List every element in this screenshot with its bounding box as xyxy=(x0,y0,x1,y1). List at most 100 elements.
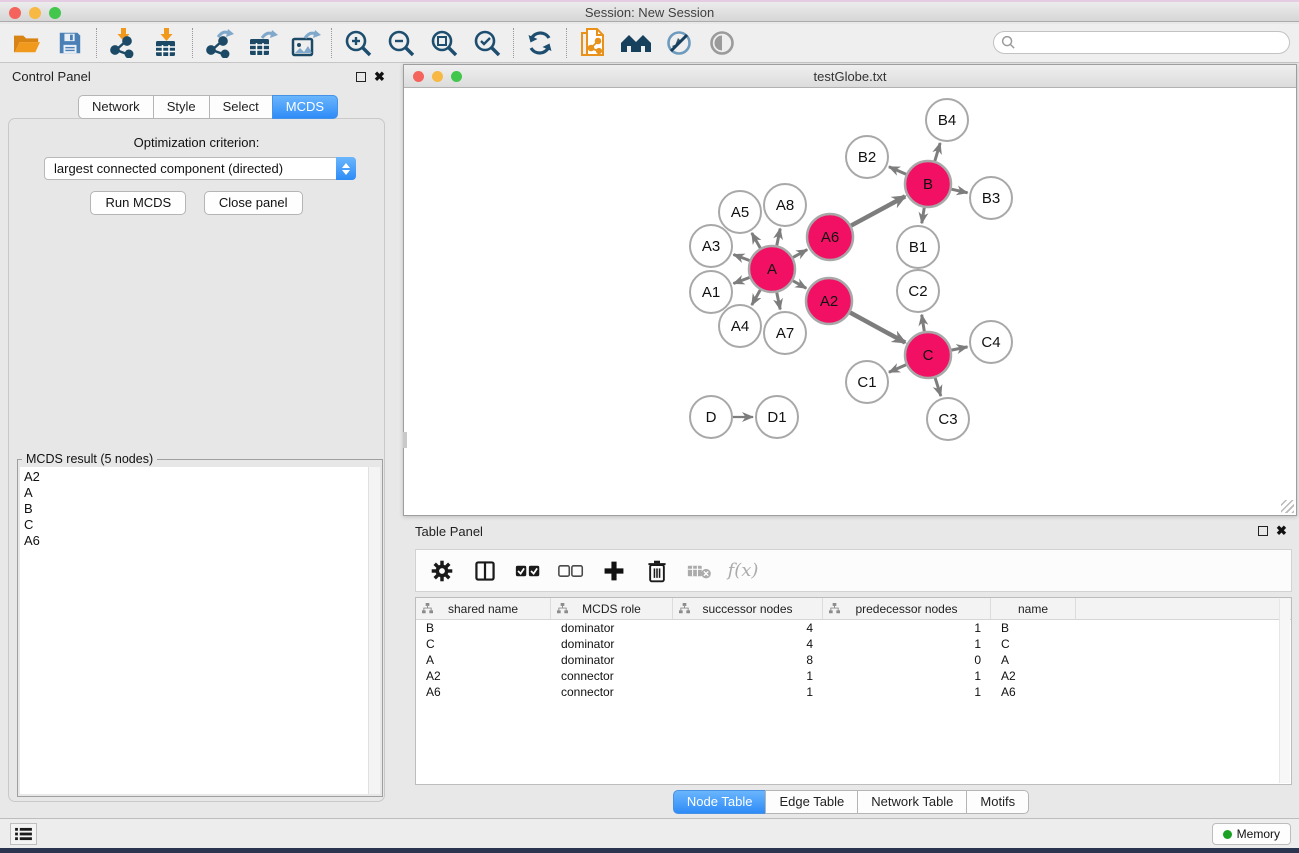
graph-node-A5[interactable]: A5 xyxy=(719,191,761,233)
graph-edge-C-C1[interactable] xyxy=(889,365,906,373)
graph-edge-A-A8[interactable] xyxy=(777,229,780,246)
show-graphics-details-button[interactable] xyxy=(705,27,739,59)
table-cell[interactable]: connector xyxy=(551,668,673,684)
table-row[interactable]: Cdominator41C xyxy=(416,636,1291,652)
table-settings-button[interactable] xyxy=(428,557,456,585)
column-header-shared-name[interactable]: shared name xyxy=(416,598,551,619)
zoom-in-button[interactable] xyxy=(341,27,375,59)
column-header-name[interactable]: name xyxy=(991,598,1076,619)
hide-graphics-details-button[interactable] xyxy=(662,27,696,59)
mcds-result-item[interactable]: C xyxy=(24,517,368,533)
graph-edge-A-A5[interactable] xyxy=(752,233,761,248)
tab-node-table[interactable]: Node Table xyxy=(673,790,767,814)
import-table-button[interactable] xyxy=(149,27,183,59)
table-cell[interactable]: C xyxy=(991,636,1076,652)
zoom-selected-button[interactable] xyxy=(470,27,504,59)
window-edge-handle[interactable] xyxy=(403,432,407,448)
graph-edge-B-B3[interactable] xyxy=(951,189,967,193)
add-column-button[interactable] xyxy=(600,557,628,585)
graph-edge-A-A1[interactable] xyxy=(733,277,749,283)
graph-edge-B-B4[interactable] xyxy=(935,143,940,161)
graph-node-C4[interactable]: C4 xyxy=(970,321,1012,363)
mcds-result-item[interactable]: A6 xyxy=(24,533,368,549)
graph-node-D[interactable]: D xyxy=(690,396,732,438)
table-row[interactable]: Bdominator41B xyxy=(416,620,1291,636)
home-button[interactable] xyxy=(619,27,653,59)
mcds-result-item[interactable]: A2 xyxy=(24,469,368,485)
table-panel-close-button[interactable]: ✖ xyxy=(1276,526,1287,536)
table-panel-float-button[interactable] xyxy=(1258,526,1268,536)
ui-settings-button[interactable] xyxy=(10,823,37,845)
mcds-result-scrollbar[interactable] xyxy=(368,467,380,794)
node-table-scrollbar[interactable] xyxy=(1279,599,1290,783)
zoom-out-button[interactable] xyxy=(384,27,418,59)
table-cell[interactable]: 1 xyxy=(823,620,991,636)
mcds-result-item[interactable]: B xyxy=(24,501,368,517)
column-header-successor-nodes[interactable]: successor nodes xyxy=(673,598,823,619)
graph-edge-C-C3[interactable] xyxy=(935,378,941,396)
graph-node-A4[interactable]: A4 xyxy=(719,305,761,347)
memory-button[interactable]: Memory xyxy=(1212,823,1291,845)
table-cell[interactable]: 0 xyxy=(823,652,991,668)
table-cell[interactable]: A xyxy=(416,652,551,668)
table-cell[interactable]: A6 xyxy=(416,684,551,700)
table-row[interactable]: A6connector11A6 xyxy=(416,684,1291,700)
tab-network-table[interactable]: Network Table xyxy=(857,790,967,814)
graph-edge-A6-B[interactable] xyxy=(851,196,905,225)
graph-node-A7[interactable]: A7 xyxy=(764,312,806,354)
tab-edge-table[interactable]: Edge Table xyxy=(765,790,858,814)
column-header-predecessor-nodes[interactable]: predecessor nodes xyxy=(823,598,991,619)
table-row[interactable]: A2connector11A2 xyxy=(416,668,1291,684)
graph-node-B3[interactable]: B3 xyxy=(970,177,1012,219)
export-network-button[interactable] xyxy=(202,27,236,59)
delete-column-button[interactable] xyxy=(643,557,671,585)
table-cell[interactable]: dominator xyxy=(551,620,673,636)
close-panel-button[interactable]: Close panel xyxy=(204,191,303,215)
graph-node-B[interactable]: B xyxy=(905,161,951,207)
mcds-result-item[interactable]: A xyxy=(24,485,368,501)
import-network-button[interactable] xyxy=(106,27,140,59)
graph-node-C[interactable]: C xyxy=(905,332,951,378)
graph-node-C2[interactable]: C2 xyxy=(897,270,939,312)
network-window-titlebar[interactable]: testGlobe.txt xyxy=(404,65,1296,88)
control-panel-close-button[interactable]: ✖ xyxy=(374,72,385,82)
graph-node-C1[interactable]: C1 xyxy=(846,361,888,403)
select-all-button[interactable] xyxy=(514,557,542,585)
table-cell[interactable]: 8 xyxy=(673,652,823,668)
table-cell[interactable]: C xyxy=(416,636,551,652)
open-session-button[interactable] xyxy=(10,27,44,59)
table-cell[interactable]: 1 xyxy=(823,668,991,684)
tab-network[interactable]: Network xyxy=(78,95,154,119)
graph-edge-A2-C[interactable] xyxy=(850,312,905,342)
save-session-button[interactable] xyxy=(53,27,87,59)
table-cell[interactable]: B xyxy=(991,620,1076,636)
deselect-all-button[interactable] xyxy=(557,557,585,585)
graph-node-A[interactable]: A xyxy=(749,246,795,292)
graph-edge-A-A7[interactable] xyxy=(777,293,780,310)
tab-motifs[interactable]: Motifs xyxy=(966,790,1029,814)
table-cell[interactable]: connector xyxy=(551,684,673,700)
table-cell[interactable]: 4 xyxy=(673,620,823,636)
graph-node-A1[interactable]: A1 xyxy=(690,271,732,313)
graph-edge-A-A2[interactable] xyxy=(793,281,806,289)
table-cell[interactable]: 4 xyxy=(673,636,823,652)
table-cell[interactable]: A2 xyxy=(991,668,1076,684)
graph-node-D1[interactable]: D1 xyxy=(756,396,798,438)
graph-node-B2[interactable]: B2 xyxy=(846,136,888,178)
table-cell[interactable]: 1 xyxy=(673,684,823,700)
table-cell[interactable]: A6 xyxy=(991,684,1076,700)
table-cell[interactable]: 1 xyxy=(823,636,991,652)
graph-edge-C-C2[interactable] xyxy=(922,315,925,332)
graph-node-A6[interactable]: A6 xyxy=(807,214,853,260)
graph-node-A3[interactable]: A3 xyxy=(690,225,732,267)
tab-mcds[interactable]: MCDS xyxy=(272,95,338,119)
optimization-criterion-select[interactable]: largest connected component (directed) xyxy=(44,157,356,180)
network-canvas[interactable]: B4B2BB3A8A5A6A3B1AC2A1A2A4A7C4CC1DD1C3 xyxy=(404,88,1296,515)
graph-node-C3[interactable]: C3 xyxy=(927,398,969,440)
graph-node-B1[interactable]: B1 xyxy=(897,226,939,268)
export-table-button[interactable] xyxy=(245,27,279,59)
zoom-fit-button[interactable] xyxy=(427,27,461,59)
window-resize-grip[interactable] xyxy=(1281,500,1294,513)
table-cell[interactable]: A xyxy=(991,652,1076,668)
table-row[interactable]: Adominator80A xyxy=(416,652,1291,668)
